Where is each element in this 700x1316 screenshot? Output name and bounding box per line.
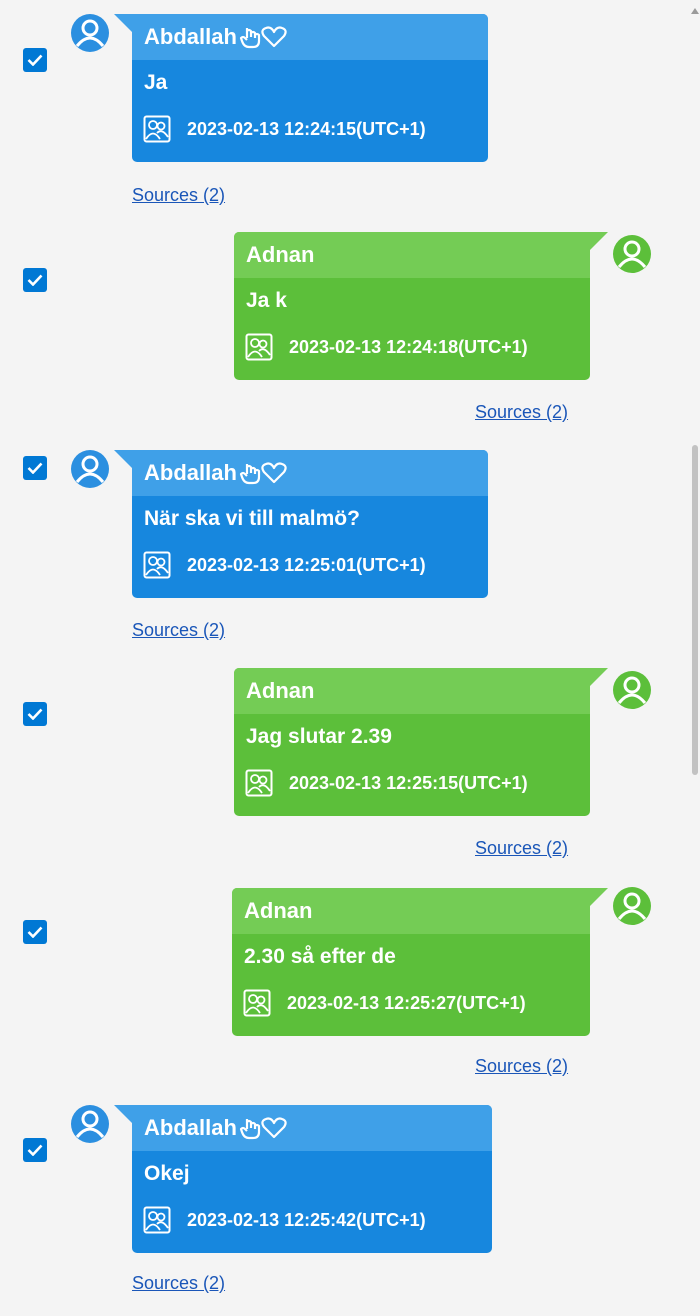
sources-link[interactable]: Sources (2) [132,185,225,206]
message-meta: 2023-02-13 12:25:15(UTC+1) [234,760,590,806]
user-icon [613,887,651,925]
user-icon [71,14,109,52]
message-bubble[interactable]: Abdallah När ska vi till malmö? 2023-02-… [114,450,488,598]
message-row: Abdallah När ska vi till malmö? 2023-02-… [0,436,690,654]
avatar [612,234,652,274]
message-row: Adnan 2.30 så efter de 2023-02-13 12:25:… [0,872,690,1090]
message-row: Adnan Jag slutar 2.39 2023-02-13 12:25:1… [0,654,690,872]
message-meta: 2023-02-13 12:25:42(UTC+1) [132,1197,492,1243]
scroll-up-icon[interactable] [691,8,699,14]
message-bubble[interactable]: Abdallah Ja 2023-02-13 12:24:15(UTC+1) [114,14,488,162]
scrollbar-thumb[interactable] [692,445,698,775]
checkmark-icon [27,462,43,474]
avatar [612,886,652,926]
avatar [70,449,110,489]
message-meta: 2023-02-13 12:25:27(UTC+1) [232,980,590,1026]
sources-link[interactable]: Sources (2) [475,838,568,859]
sender-name: Adnan [232,888,590,934]
message-text: Okej [144,1162,190,1185]
user-icon [71,450,109,488]
user-icon [613,671,651,709]
sender-name: Abdallah [132,1105,492,1151]
group-icon [143,551,171,579]
hand-pointer-icon [239,464,261,485]
group-icon [143,115,171,143]
avatar [70,13,110,53]
message-meta: 2023-02-13 12:25:01(UTC+1) [132,542,488,588]
sender-name: Adnan [234,668,590,714]
group-icon [245,769,273,797]
timestamp: 2023-02-13 12:25:01(UTC+1) [187,554,426,575]
message-text: Ja [144,71,168,94]
message-checkbox[interactable] [23,268,47,292]
message-text: När ska vi till malmö? [144,507,360,530]
group-icon [143,1206,171,1234]
checkmark-icon [27,708,43,720]
timestamp: 2023-02-13 12:24:18(UTC+1) [289,336,528,357]
timestamp: 2023-02-13 12:25:27(UTC+1) [287,992,526,1013]
timestamp: 2023-02-13 12:25:42(UTC+1) [187,1209,426,1230]
group-icon [245,333,273,361]
heart-icon [261,1117,287,1139]
checkmark-icon [27,54,43,66]
user-icon [71,1105,109,1143]
message-meta: 2023-02-13 12:24:15(UTC+1) [132,106,488,152]
message-row: Abdallah Ja 2023-02-13 12:24:15(UTC+1) S… [0,0,690,218]
message-bubble[interactable]: Adnan Ja k 2023-02-13 12:24:18(UTC+1) [234,232,608,380]
message-bubble[interactable]: Abdallah Okej 2023-02-13 12:25:42(UTC+1) [114,1105,492,1253]
sender-name: Adnan [234,232,590,278]
scrollbar-track[interactable] [690,0,700,1316]
avatar [612,670,652,710]
hand-pointer-icon [239,1119,261,1140]
message-text: Ja k [246,289,287,312]
group-icon [243,989,271,1017]
message-bubble[interactable]: Adnan Jag slutar 2.39 2023-02-13 12:25:1… [234,668,608,816]
sender-name: Abdallah [132,450,488,496]
message-checkbox[interactable] [23,1138,47,1162]
heart-icon [261,26,287,48]
message-checkbox[interactable] [23,48,47,72]
message-meta: 2023-02-13 12:24:18(UTC+1) [234,324,590,370]
checkmark-icon [27,274,43,286]
message-checkbox[interactable] [23,920,47,944]
user-icon [613,235,651,273]
checkmark-icon [27,1144,43,1156]
sources-link[interactable]: Sources (2) [475,402,568,423]
timestamp: 2023-02-13 12:25:15(UTC+1) [289,772,528,793]
chat-thread: Abdallah Ja 2023-02-13 12:24:15(UTC+1) S… [0,0,700,1316]
message-text: Jag slutar 2.39 [246,725,392,748]
message-checkbox[interactable] [23,456,47,480]
sender-name: Abdallah [132,14,488,60]
heart-icon [261,462,287,484]
message-bubble[interactable]: Adnan 2.30 så efter de 2023-02-13 12:25:… [232,888,608,1036]
timestamp: 2023-02-13 12:24:15(UTC+1) [187,118,426,139]
message-row: Abdallah Okej 2023-02-13 12:25:42(UTC+1)… [0,1090,690,1316]
sources-link[interactable]: Sources (2) [475,1056,568,1077]
message-row: Adnan Ja k 2023-02-13 12:24:18(UTC+1) So… [0,218,690,436]
sources-link[interactable]: Sources (2) [132,620,225,641]
hand-pointer-icon [239,28,261,49]
avatar [70,1104,110,1144]
message-checkbox[interactable] [23,702,47,726]
checkmark-icon [27,926,43,938]
message-text: 2.30 så efter de [244,945,396,968]
sources-link[interactable]: Sources (2) [132,1273,225,1294]
